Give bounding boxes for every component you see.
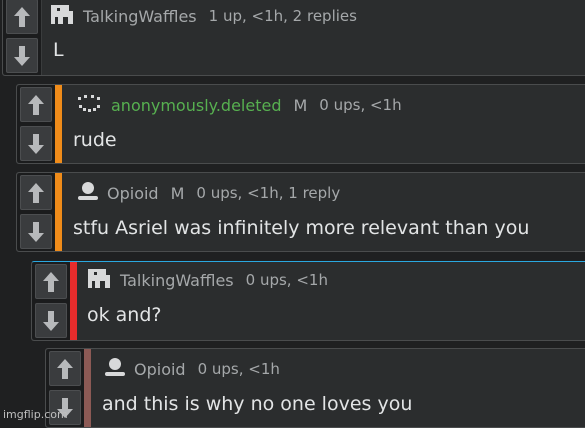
- arrow-up-icon: [43, 271, 59, 292]
- comment: anonymously.deleted M 0 ups, <1h rude: [16, 84, 585, 164]
- username-link[interactable]: TalkingWaffles: [120, 271, 234, 290]
- arrow-down-icon: [43, 310, 59, 331]
- upvote-button[interactable]: [35, 264, 67, 299]
- downvote-button[interactable]: [20, 126, 52, 161]
- comment: TalkingWaffles 1 up, <1h, 2 replies L: [2, 0, 585, 76]
- arrow-up-icon: [57, 358, 73, 379]
- comment: Opioid M 0 ups, <1h, 1 reply stfu Asriel…: [16, 172, 585, 252]
- comment-text: stfu Asriel was infinitely more relevant…: [73, 217, 530, 239]
- comment-header: anonymously.deleted M 0 ups, <1h: [77, 94, 402, 116]
- comment-meta: 0 ups, <1h: [245, 271, 328, 289]
- downvote-button[interactable]: [20, 214, 52, 249]
- upvote-button[interactable]: [6, 0, 38, 34]
- comment-header: Opioid 0 ups, <1h: [104, 358, 280, 380]
- comment-meta: 0 ups, <1h: [319, 96, 402, 114]
- username-link[interactable]: TalkingWaffles: [83, 7, 197, 26]
- username-link[interactable]: Opioid: [134, 360, 186, 379]
- upvote-button[interactable]: [49, 351, 81, 386]
- comment-header: TalkingWaffles 1 up, <1h, 2 replies: [49, 5, 357, 27]
- comment: Opioid 0 ups, <1h and this is why no one…: [45, 348, 585, 428]
- arrow-up-icon: [14, 6, 30, 27]
- comment-text: rude: [73, 129, 117, 151]
- comment-meta: 0 ups, <1h, 1 reply: [196, 184, 341, 202]
- comment-header: Opioid M 0 ups, <1h, 1 reply: [77, 182, 340, 204]
- comment-text: ok and?: [87, 304, 162, 326]
- dots-smile-avatar-icon[interactable]: [77, 93, 103, 117]
- user-silhouette-icon[interactable]: [77, 181, 99, 205]
- vote-column: [3, 0, 42, 75]
- upvote-button[interactable]: [20, 87, 52, 122]
- downvote-button[interactable]: [35, 303, 67, 338]
- reply-indicator-bar: [55, 85, 62, 163]
- username-link[interactable]: anonymously.deleted: [111, 96, 281, 115]
- arrow-down-icon: [28, 133, 44, 154]
- arrow-down-icon: [28, 221, 44, 242]
- comment: TalkingWaffles 0 ups, <1h ok and?: [31, 261, 585, 341]
- vote-column: [17, 85, 56, 163]
- reply-indicator-bar: [84, 349, 91, 427]
- waffle-avatar-icon[interactable]: [49, 2, 75, 30]
- comment-text: L: [53, 39, 64, 61]
- downvote-button[interactable]: [6, 38, 38, 73]
- reply-indicator-bar: [70, 262, 77, 340]
- upvote-button[interactable]: [20, 175, 52, 210]
- user-silhouette-icon[interactable]: [104, 357, 126, 381]
- arrow-up-icon: [28, 94, 44, 115]
- mod-badge: M: [170, 183, 185, 203]
- arrow-down-icon: [14, 45, 30, 66]
- mod-badge: M: [293, 95, 308, 115]
- vote-column: [32, 262, 71, 340]
- arrow-up-icon: [28, 182, 44, 203]
- vote-column: [17, 173, 56, 251]
- comment-meta: 0 ups, <1h: [197, 360, 280, 378]
- reply-indicator-bar: [55, 173, 62, 251]
- comment-header: TalkingWaffles 0 ups, <1h: [86, 269, 328, 291]
- waffle-avatar-icon[interactable]: [86, 266, 112, 294]
- comment-text: and this is why no one loves you: [102, 393, 413, 415]
- comment-meta: 1 up, <1h, 2 replies: [208, 7, 357, 25]
- imgflip-watermark: imgflip.com: [3, 408, 68, 421]
- username-link[interactable]: Opioid: [107, 184, 159, 203]
